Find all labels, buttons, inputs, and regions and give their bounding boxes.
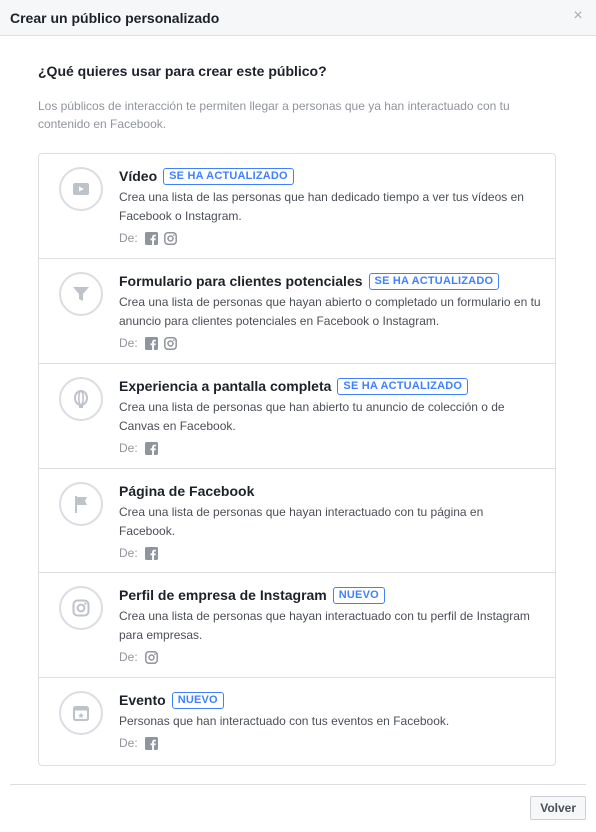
custom-audience-dialog: Crear un público personalizado × ¿Qué qu…: [0, 0, 596, 832]
facebook-icon: [144, 736, 158, 750]
option-icon-wrap: [59, 167, 103, 211]
option-icon-wrap: [59, 482, 103, 526]
option-title: Vídeo: [119, 168, 158, 184]
source-option[interactable]: Página de Facebook Crea una lista de pers…: [39, 469, 555, 573]
close-icon[interactable]: ×: [571, 8, 585, 24]
option-description: Crea una lista de las personas que han d…: [119, 190, 524, 223]
status-badge: NUEVO: [171, 691, 224, 709]
facebook-icon: [144, 336, 158, 350]
option-icon-wrap: [59, 691, 103, 735]
instagram-icon: [144, 650, 158, 664]
option-title: Experiencia a pantalla completa: [119, 378, 332, 394]
dialog-content: ¿Qué quieres usar para crear este públic…: [0, 36, 596, 766]
source-label: De:: [119, 231, 138, 245]
option-title-row: Vídeo SE HA ACTUALIZADO: [119, 167, 541, 185]
source-option[interactable]: Perfil de empresa de Instagram NUEVO Crea …: [39, 573, 555, 678]
footer-divider: [10, 784, 586, 785]
back-button[interactable]: Volver: [530, 796, 586, 820]
source-row: De:: [119, 230, 541, 246]
dialog-header: Crear un público personalizado: [0, 0, 596, 36]
source-option[interactable]: Vídeo SE HA ACTUALIZADO Crea una lista de …: [39, 154, 555, 259]
option-title-row: Experiencia a pantalla completa SE HA ACT…: [119, 377, 541, 395]
option-title-row: Formulario para clientes potenciales SE H…: [119, 272, 541, 290]
video-icon: [70, 178, 92, 200]
status-badge: SE HA ACTUALIZADO: [163, 167, 294, 185]
option-icon-wrap: [59, 377, 103, 421]
source-label: De:: [119, 736, 138, 750]
intro-text: Los públicos de interacción te permiten …: [38, 99, 510, 131]
option-description: Crea una lista de personas que han abier…: [119, 400, 505, 433]
option-title-row: Perfil de empresa de Instagram NUEVO: [119, 586, 541, 604]
status-badge: SE HA ACTUALIZADO: [368, 272, 500, 290]
facebook-icon: [144, 546, 158, 560]
option-description: Personas que han interactuado con tus ev…: [119, 714, 450, 728]
source-label: De:: [119, 441, 138, 455]
option-title-row: Evento NUEVO: [119, 691, 541, 709]
option-title: Perfil de empresa de Instagram: [119, 587, 327, 603]
facebook-icon: [144, 441, 158, 455]
instagram-icon: [163, 336, 177, 350]
flag-icon: [70, 493, 92, 515]
option-title: Evento: [119, 692, 166, 708]
option-body: Formulario para clientes potenciales SE H…: [119, 272, 541, 363]
source-label: De:: [119, 650, 138, 664]
source-row: De:: [119, 545, 541, 561]
option-description: Crea una lista de personas que hayan int…: [119, 609, 530, 642]
source-row: De:: [119, 440, 541, 456]
source-list: Vídeo SE HA ACTUALIZADO Crea una lista de …: [38, 153, 556, 766]
source-row: De:: [119, 649, 541, 665]
source-label: De:: [119, 336, 138, 350]
source-option[interactable]: Experiencia a pantalla completa SE HA ACT…: [39, 364, 555, 469]
option-title: Formulario para clientes potenciales: [119, 273, 363, 289]
source-label: De:: [119, 546, 138, 560]
instagram-icon: [70, 597, 92, 619]
option-icon-wrap: [59, 586, 103, 630]
option-icon-wrap: [59, 272, 103, 316]
canvas-icon: [70, 388, 92, 410]
option-description: Crea una lista de personas que hayan int…: [119, 505, 484, 538]
status-badge: NUEVO: [332, 586, 385, 604]
source-row: De:: [119, 735, 541, 751]
option-title: Página de Facebook: [119, 483, 255, 499]
source-option[interactable]: Formulario para clientes potenciales SE H…: [39, 259, 555, 364]
option-body: Perfil de empresa de Instagram NUEVO Crea …: [119, 586, 541, 677]
option-body: Vídeo SE HA ACTUALIZADO Crea una lista de …: [119, 167, 541, 258]
funnel-icon: [70, 283, 92, 305]
option-description: Crea una lista de personas que hayan abi…: [119, 295, 541, 328]
source-row: De:: [119, 335, 541, 351]
option-body: Experiencia a pantalla completa SE HA ACT…: [119, 377, 541, 468]
question-heading: ¿Qué quieres usar para crear este públic…: [38, 63, 327, 79]
instagram-icon: [163, 231, 177, 245]
source-option[interactable]: Evento NUEVO Personas que han interactuado…: [39, 678, 555, 765]
facebook-icon: [144, 231, 158, 245]
option-body: Evento NUEVO Personas que han interactuado…: [119, 691, 541, 765]
dialog-title: Crear un público personalizado: [10, 9, 220, 26]
status-badge: SE HA ACTUALIZADO: [337, 377, 469, 395]
calendar-icon: [70, 702, 92, 724]
option-body: Página de Facebook Crea una lista de pers…: [119, 482, 541, 572]
option-title-row: Página de Facebook: [119, 482, 541, 500]
